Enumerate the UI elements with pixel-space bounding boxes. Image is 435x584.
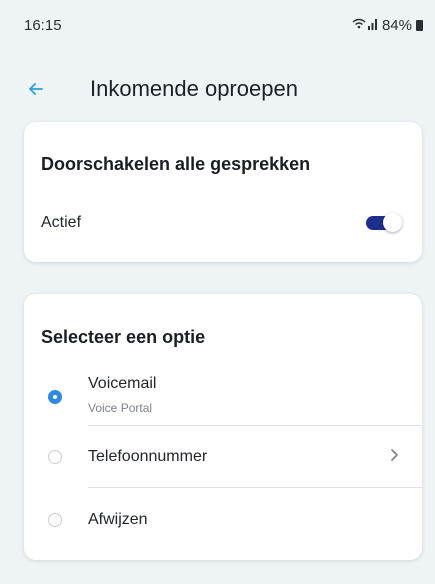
option-label: Telefoonnummer — [88, 448, 208, 465]
chevron-right-icon — [390, 446, 400, 467]
card-title-options: Selecteer een optie — [41, 327, 206, 347]
status-bar: 16:15 84% — [0, 0, 435, 50]
option-voicemail[interactable]: Voicemail Voice Portal — [24, 369, 422, 425]
status-indicators: 84% — [352, 17, 423, 34]
option-label: Voicemail — [88, 375, 157, 392]
status-time: 16:15 — [24, 16, 62, 34]
app-header: Inkomende oproepen — [0, 70, 435, 110]
radio-afwijzen[interactable] — [48, 513, 62, 527]
battery-percent: 84% — [381, 16, 412, 34]
back-arrow-icon[interactable] — [24, 74, 48, 104]
radio-telefoonnummer[interactable] — [48, 450, 62, 464]
active-label: Actief — [41, 214, 82, 231]
active-toggle[interactable] — [366, 213, 402, 232]
page-title: Inkomende oproepen — [90, 76, 298, 101]
call-forwarding-card: Doorschakelen alle gesprekken Actief — [24, 122, 422, 262]
toggle-knob — [383, 213, 402, 232]
battery-icon — [416, 19, 423, 31]
option-label: Afwijzen — [88, 511, 148, 528]
wifi-signal-icon — [352, 17, 378, 34]
radio-voicemail[interactable] — [48, 390, 62, 404]
card-title-forwarding: Doorschakelen alle gesprekken — [41, 154, 311, 174]
options-card: Selecteer een optie Voicemail Voice Port… — [24, 294, 422, 560]
option-telefoonnummer[interactable]: Telefoonnummer — [24, 426, 422, 488]
option-sublabel: Voice Portal — [88, 401, 153, 415]
option-afwijzen[interactable]: Afwijzen — [24, 488, 422, 550]
